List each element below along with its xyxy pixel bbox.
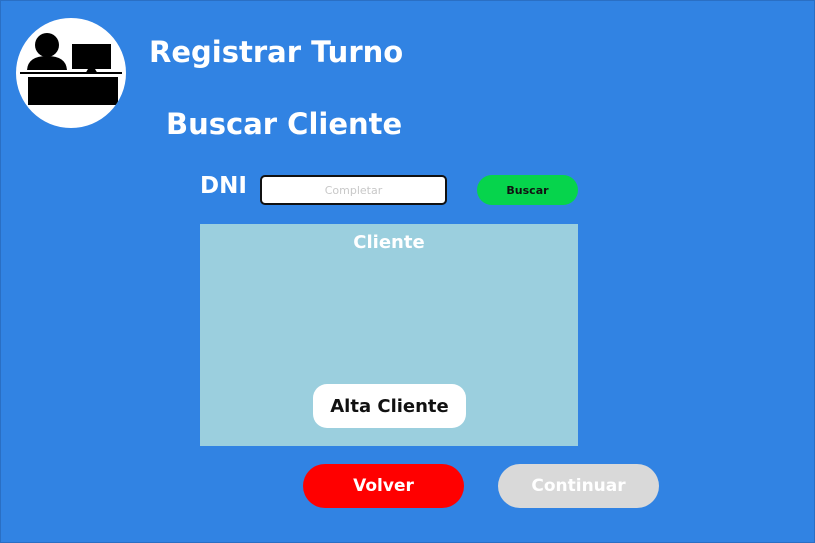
dni-input[interactable] bbox=[260, 175, 447, 205]
receptionist-desk-icon bbox=[16, 18, 126, 128]
search-button[interactable]: Buscar bbox=[477, 175, 578, 205]
section-title: Buscar Cliente bbox=[166, 107, 403, 141]
app-title: Registrar Turno bbox=[149, 35, 404, 69]
back-button[interactable]: Volver bbox=[303, 464, 464, 508]
continue-button[interactable]: Continuar bbox=[498, 464, 659, 508]
client-panel: Cliente Alta Cliente bbox=[200, 224, 578, 446]
client-panel-heading: Cliente bbox=[353, 232, 425, 253]
register-appointment-screen: Registrar Turno Buscar Cliente DNI Busca… bbox=[0, 0, 815, 543]
add-client-button[interactable]: Alta Cliente bbox=[313, 384, 466, 428]
dni-label: DNI bbox=[200, 173, 247, 199]
